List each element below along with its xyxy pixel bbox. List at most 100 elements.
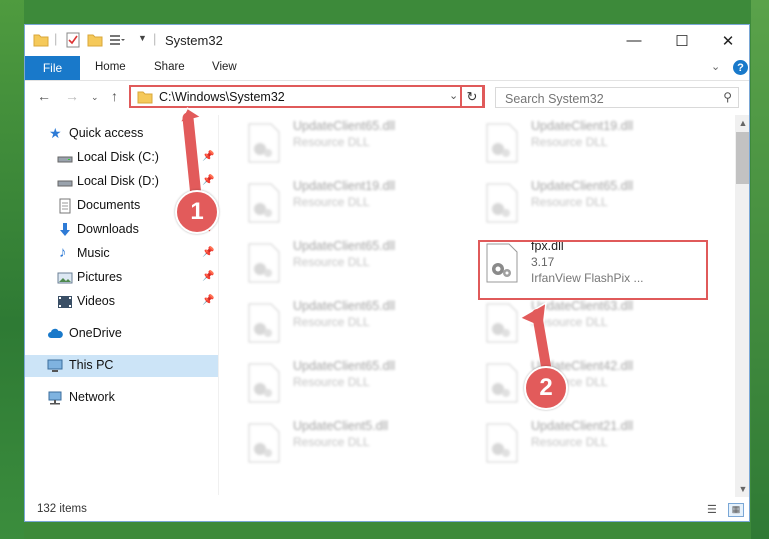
dll-file-icon [248, 243, 280, 283]
callout-badge-2: 2 [524, 366, 568, 410]
file-description: Resource DLL [293, 255, 370, 269]
navigation-pane: ★ Quick access Local Disk (C:) 📌 Local D… [25, 115, 218, 495]
file-name: UpdateClient21.dll [531, 419, 634, 433]
up-arrow-icon[interactable]: ↑ [111, 88, 118, 104]
file-description: Resource DLL [293, 135, 370, 149]
list-item[interactable]: UpdateClient5.dll Resource DLL [225, 415, 425, 467]
sidebar-item-videos[interactable]: Videos 📌 [25, 291, 218, 313]
pin-icon: 📌 [202, 151, 215, 162]
sidebar-item-label: OneDrive [69, 326, 122, 340]
file-description: Resource DLL [293, 315, 370, 329]
dll-file-icon [248, 423, 280, 463]
search-input[interactable] [496, 88, 717, 109]
file-name: UpdateClient63.dll [531, 299, 634, 313]
details-view-icon[interactable]: ☰ [707, 503, 723, 517]
ribbon-tabs: File Home Share View ⌄ ? [25, 56, 749, 81]
list-item[interactable]: UpdateClient65.dll Resource DLL [225, 115, 425, 167]
dll-file-icon [248, 123, 280, 163]
tab-share[interactable]: Share [154, 61, 185, 73]
file-description: Resource DLL [293, 375, 370, 389]
file-highlight-box [478, 240, 708, 300]
new-folder-icon[interactable] [87, 32, 103, 48]
pictures-icon [57, 272, 73, 284]
callout-badge-1: 1 [175, 190, 219, 234]
sidebar-item-label: Downloads [77, 222, 139, 236]
close-button[interactable]: ✕ [705, 25, 749, 56]
expand-ribbon-icon[interactable]: ⌄ [711, 60, 720, 73]
tab-file[interactable]: File [25, 56, 80, 80]
list-item[interactable]: UpdateClient65.dll Resource DLL [225, 355, 425, 407]
drive-icon [57, 156, 73, 163]
address-row: ← → ⌄ ↑ C:\Windows\System32 ⌄ ↻ ⚲ [25, 81, 749, 113]
status-bar: 132 items ☰ ▦ [25, 499, 749, 521]
sidebar-item-onedrive[interactable]: OneDrive [25, 323, 218, 345]
computer-icon [47, 359, 63, 372]
sidebar-item-music[interactable]: ♪ Music 📌 [25, 243, 218, 265]
help-icon[interactable]: ? [733, 60, 748, 75]
file-name: UpdateClient65.dll [293, 239, 396, 253]
list-item[interactable]: UpdateClient65.dll Resource DLL [463, 175, 663, 227]
quick-access-dropdown-icon[interactable]: ▼ [138, 33, 147, 43]
properties-icon[interactable] [65, 32, 81, 48]
back-arrow-icon[interactable]: ← [37, 88, 51, 104]
list-item[interactable]: UpdateClient63.dll Resource DLL [463, 295, 663, 347]
list-item[interactable]: UpdateClient21.dll Resource DLL [463, 415, 663, 467]
pane-divider [218, 115, 219, 495]
sidebar-item-label: Network [69, 390, 115, 404]
drive-icon [57, 180, 73, 187]
file-name: UpdateClient65.dll [531, 179, 634, 193]
recent-locations-icon[interactable]: ⌄ [91, 92, 99, 103]
vertical-scrollbar[interactable]: ▲ ▼ [735, 115, 749, 497]
pin-icon: 📌 [202, 247, 215, 258]
sidebar-item-local-disk-d[interactable]: Local Disk (D:) 📌 [25, 171, 218, 193]
file-name: UpdateClient19.dll [293, 179, 396, 193]
dll-file-icon [486, 123, 518, 163]
scroll-thumb[interactable] [736, 132, 749, 184]
sidebar-item-quick-access[interactable]: ★ Quick access [25, 123, 218, 145]
search-box[interactable]: ⚲ [495, 87, 739, 109]
refresh-button[interactable]: ↻ [460, 85, 484, 108]
file-description: Resource DLL [531, 135, 608, 149]
music-icon: ♪ [59, 244, 67, 261]
maximize-button[interactable]: ☐ [659, 25, 705, 56]
sidebar-item-this-pc[interactable]: This PC [25, 355, 218, 377]
scroll-up-icon[interactable]: ▲ [735, 115, 749, 131]
window-title: System32 [165, 33, 223, 48]
file-name: UpdateClient65.dll [293, 359, 396, 373]
address-dropdown-icon[interactable]: ⌄ [449, 89, 458, 102]
list-item[interactable]: UpdateClient65.dll Resource DLL [225, 235, 425, 287]
customize-toolbar-icon[interactable] [109, 32, 125, 48]
folder-icon[interactable] [33, 32, 49, 48]
file-name: UpdateClient5.dll [293, 419, 389, 433]
list-item[interactable]: UpdateClient65.dll Resource DLL [225, 295, 425, 347]
sidebar-item-label: Local Disk (D:) [77, 174, 159, 188]
item-count: 132 items [37, 503, 87, 515]
address-bar[interactable]: C:\Windows\System32 ⌄ [129, 85, 485, 108]
sidebar-item-network[interactable]: Network [25, 387, 218, 409]
minimize-button[interactable]: — [611, 25, 657, 56]
title-bar: | ▼ | System32 — ☐ ✕ [25, 25, 749, 56]
sidebar-item-pictures[interactable]: Pictures 📌 [25, 267, 218, 289]
scroll-down-icon[interactable]: ▼ [735, 481, 749, 497]
toolbar-divider: | [54, 31, 58, 46]
sidebar-item-label: Quick access [69, 126, 144, 140]
file-description: Resource DLL [531, 315, 608, 329]
title-divider: | [153, 31, 157, 46]
sidebar-item-label: Pictures [77, 270, 123, 284]
desktop-background-right [751, 0, 769, 539]
search-icon[interactable]: ⚲ [723, 90, 732, 104]
desktop-background-left [0, 0, 24, 539]
sidebar-item-label: Videos [77, 294, 115, 308]
file-name: UpdateClient65.dll [293, 299, 396, 313]
file-description: Resource DLL [531, 195, 608, 209]
sidebar-item-label: This PC [69, 358, 114, 372]
forward-arrow-icon[interactable]: → [65, 88, 79, 104]
pin-icon: 📌 [202, 175, 215, 186]
tiles-view-icon[interactable]: ▦ [728, 503, 744, 517]
pin-icon: 📌 [202, 295, 215, 306]
sidebar-item-local-disk-c[interactable]: Local Disk (C:) 📌 [25, 147, 218, 169]
list-item[interactable]: UpdateClient19.dll Resource DLL [463, 115, 663, 167]
tab-home[interactable]: Home [95, 61, 126, 73]
list-item[interactable]: UpdateClient19.dll Resource DLL [225, 175, 425, 227]
tab-view[interactable]: View [212, 61, 237, 73]
